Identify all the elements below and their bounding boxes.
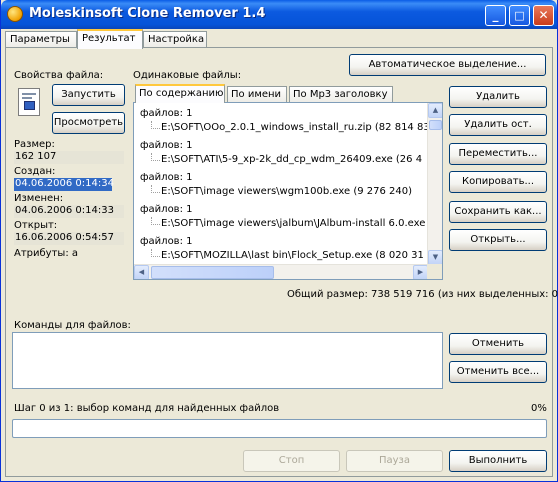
cancel-all-button[interactable]: Отменить все... [449,361,547,383]
app-icon [7,6,23,22]
duplicate-files-tree[interactable]: файлов: 1 E:\SOFT\OOo_2.0.1_windows_inst… [133,102,443,280]
window-title: Moleskinsoft Clone Remover 1.4 [29,6,266,21]
file-item[interactable]: E:\SOFT\image viewers\wgm100b.exe (9 276… [151,185,412,199]
progress-bar [12,419,547,438]
delete-button[interactable]: Удалить [449,86,547,108]
file-path: E:\SOFT\MOZILLA\last bin\Flock_Setup.exe… [161,250,424,261]
copy-button[interactable]: Копировать... [449,171,547,193]
total-size-text: Общий размер: 738 519 716 (из них выделе… [287,289,558,300]
size-label: Размер: [14,139,55,150]
close-button[interactable]: ✕ [533,5,554,26]
tab-settings[interactable]: Настройка [143,31,207,48]
view-button[interactable]: Просмотреть [52,112,125,134]
scrollbar-corner [427,264,442,279]
file-props-label: Свойства файла: [14,70,104,81]
tab-by-content[interactable]: По содержанию [135,84,225,103]
file-path: E:\SOFT\ATI\5-9_xp-2k_dd_cp_wdm_26409.ex… [161,154,423,165]
horizontal-scroll-thumb[interactable] [151,266,274,279]
created-label: Создан: [14,166,56,177]
commands-field[interactable] [12,332,443,389]
delete-rest-button[interactable]: Удалить ост. [449,114,547,136]
attributes-text: Атрибуты: а [14,248,78,259]
file-item[interactable]: E:\SOFT\ATI\5-9_xp-2k_dd_cp_wdm_26409.ex… [151,153,422,167]
move-button[interactable]: Переместить... [449,143,547,165]
scroll-right-icon[interactable]: ▶ [413,265,428,279]
group-header[interactable]: файлов: 1 [140,107,193,121]
modified-label: Изменен: [14,193,64,204]
tab-result[interactable]: Результат [77,29,143,49]
created-value[interactable]: 04.06.2006 0:14:34 [14,178,114,191]
file-item[interactable]: E:\SOFT\image viewers\jalbum\JAlbum-inst… [151,217,439,231]
file-item[interactable]: E:\SOFT\MOZILLA\last bin\Flock_Setup.exe… [151,249,424,263]
group-header[interactable]: файлов: 1 [140,171,193,185]
file-path: E:\SOFT\image viewers\wgm100b.exe (9 276… [161,186,413,197]
group-header[interactable]: файлов: 1 [140,139,193,153]
opened-value: 16.06.2006 0:54:57 [14,232,124,245]
app-window: Moleskinsoft Clone Remover 1.4 _ □ ✕ Пар… [0,0,558,482]
open-button[interactable]: Открыть... [449,229,547,251]
modified-value: 04.06.2006 0:14:33 [14,205,124,218]
step-text: Шаг 0 из 1: выбор команд для найденных ф… [14,403,280,414]
scroll-down-icon[interactable]: ▼ [428,250,442,265]
stop-button[interactable]: Стоп [243,450,340,472]
cancel-button[interactable]: Отменить [449,333,547,355]
tree-vertical-scrollbar[interactable]: ▲ ▼ [427,103,442,265]
result-panel: Свойства файла: Запустить Просмотреть Ра… [5,47,558,477]
vertical-scroll-thumb[interactable] [429,120,442,130]
minimize-button[interactable]: _ [485,5,506,26]
file-path: E:\SOFT\OOo_2.0.1_windows_install_ru.zip… [161,122,430,133]
file-item[interactable]: E:\SOFT\OOo_2.0.1_windows_install_ru.zip… [151,121,430,135]
tree-horizontal-scrollbar[interactable]: ◀ ▶ [134,264,428,279]
commands-label: Команды для файлов: [14,320,131,331]
scroll-up-icon[interactable]: ▲ [428,103,442,118]
save-as-button[interactable]: Сохранить как... [449,201,547,223]
file-icon [18,88,40,116]
auto-select-button[interactable]: Автоматическое выделение... [349,54,546,76]
execute-button[interactable]: Выполнить [449,450,547,472]
file-path: E:\SOFT\image viewers\jalbum\JAlbum-inst… [161,218,439,229]
scroll-left-icon[interactable]: ◀ [134,265,149,279]
tab-parameters[interactable]: Параметры [5,31,77,48]
tab-by-mp3-tag[interactable]: По Mp3 заголовку [289,86,393,103]
opened-label: Открыт: [14,220,58,231]
same-files-label: Одинаковые файлы: [133,70,242,81]
maximize-button[interactable]: □ [509,5,530,26]
title-bar[interactable]: Moleskinsoft Clone Remover 1.4 _ □ ✕ [1,0,557,29]
size-value: 162 107 [14,151,124,164]
run-button[interactable]: Запустить [52,84,125,106]
group-header[interactable]: файлов: 1 [140,235,193,249]
pause-button[interactable]: Пауза [346,450,443,472]
group-header[interactable]: файлов: 1 [140,203,193,217]
tab-by-name[interactable]: По имени [227,86,287,103]
progress-percent: 0% [531,403,547,414]
